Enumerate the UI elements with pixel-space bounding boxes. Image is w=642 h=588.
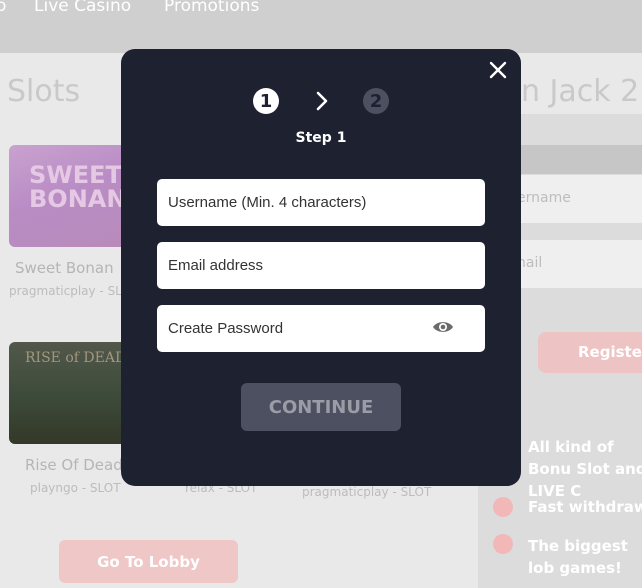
chevron-right-icon	[316, 91, 328, 111]
step-label: Step 1	[295, 130, 347, 146]
email-input[interactable]	[157, 242, 485, 289]
username-input[interactable]	[157, 179, 485, 226]
eye-icon[interactable]	[432, 319, 454, 335]
step-indicator-next: 2	[363, 88, 389, 114]
step-indicator-current: 1	[253, 88, 279, 114]
close-icon[interactable]	[487, 59, 509, 81]
continue-button[interactable]: CONTINUE	[241, 383, 401, 431]
